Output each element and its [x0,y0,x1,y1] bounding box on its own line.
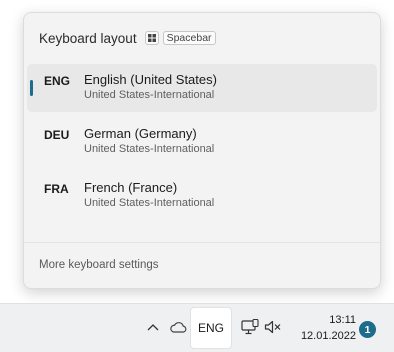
language-item-deu[interactable]: DEU German (Germany) United States-Inter… [27,118,377,166]
language-name: English (United States) [84,72,217,87]
input-indicator-button[interactable]: ENG [190,307,232,349]
speaker-muted-icon[interactable] [263,317,283,337]
language-name: German (Germany) [84,126,197,141]
more-keyboard-settings-link[interactable]: More keyboard settings [39,259,159,271]
keyboard-layout-name: United States-International [84,197,215,209]
notification-count-badge[interactable]: 1 [359,321,376,338]
keyboard-layout-name: United States-International [84,143,215,155]
language-code: ENG [44,74,71,88]
taskbar-clock[interactable]: 13:11 12.01.2022 [292,310,356,346]
selected-indicator [30,80,33,96]
language-code: FRA [44,182,69,196]
keyboard-layout-flyout: Keyboard layout Spacebar ENG English (Un… [23,12,381,289]
flyout-title: Keyboard layout [39,30,137,46]
taskbar: ENG 13:11 12.01.2022 1 [0,303,394,352]
clock-date: 12.01.2022 [300,330,356,342]
keyboard-layout-name: United States-International [84,89,215,101]
language-code: DEU [44,128,70,142]
flyout-header: Keyboard layout Spacebar [39,29,216,47]
language-name: French (France) [84,180,178,195]
windows-key-icon [144,31,159,45]
clock-time: 13:11 [329,314,356,326]
onedrive-cloud-icon[interactable] [168,318,188,336]
spacebar-key-hint: Spacebar [162,31,216,45]
chevron-up-icon[interactable] [145,318,161,336]
flyout-divider [24,242,380,243]
language-item-fra[interactable]: FRA French (France) United States-Intern… [27,172,377,220]
network-monitor-icon[interactable] [240,317,260,337]
language-item-eng[interactable]: ENG English (United States) United State… [27,64,377,112]
